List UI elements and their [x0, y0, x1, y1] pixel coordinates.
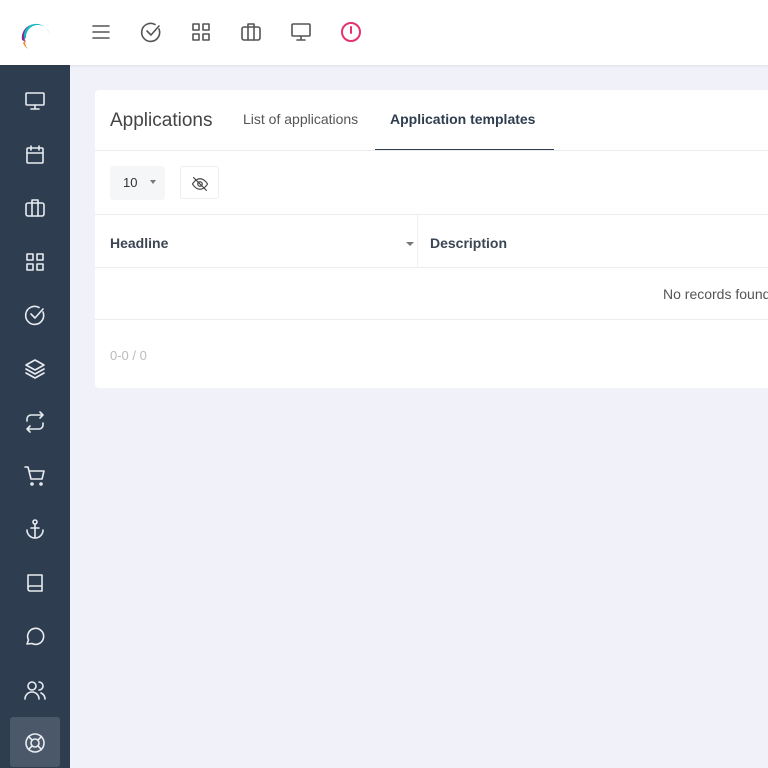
empty-table-message: No records found — [663, 286, 768, 302]
lifebuoy-icon[interactable] — [23, 731, 47, 755]
sidebar — [0, 65, 70, 768]
grid-icon[interactable] — [189, 20, 213, 44]
users-icon[interactable] — [23, 678, 47, 702]
repeat-icon[interactable] — [23, 410, 47, 434]
divider — [95, 150, 768, 151]
column-header-headline[interactable]: Headline — [110, 235, 168, 251]
grid-icon[interactable] — [23, 250, 47, 274]
monitor-icon[interactable] — [23, 89, 47, 113]
layers-icon[interactable] — [23, 357, 47, 381]
page-title: Applications — [110, 110, 213, 131]
page-size-value: 10 — [123, 175, 138, 190]
check-circle-icon[interactable] — [23, 303, 47, 327]
cart-icon[interactable] — [23, 464, 47, 488]
column-header-description[interactable]: Description — [430, 235, 507, 251]
divider — [95, 214, 768, 215]
app-logo[interactable] — [18, 18, 54, 54]
applications-card: Applications List of applications Applic… — [95, 90, 768, 388]
tab-list-of-applications[interactable]: List of applications — [243, 111, 358, 127]
anchor-icon[interactable] — [23, 517, 47, 541]
toggle-columns-button[interactable] — [180, 166, 219, 199]
top-bar — [0, 0, 768, 65]
power-alert-icon[interactable] — [339, 20, 363, 44]
book-icon[interactable] — [23, 571, 47, 595]
eye-off-icon — [191, 176, 209, 192]
pagination-info: 0-0 / 0 — [110, 348, 147, 363]
calendar-icon[interactable] — [23, 143, 47, 167]
chat-icon[interactable] — [23, 624, 47, 648]
page-size-select[interactable]: 10 — [110, 166, 165, 200]
divider — [95, 319, 768, 320]
sort-caret-icon[interactable] — [406, 242, 414, 246]
divider — [95, 267, 768, 268]
caret-down-icon — [150, 180, 156, 184]
menu-icon[interactable] — [89, 20, 113, 44]
tab-application-templates[interactable]: Application templates — [390, 111, 535, 127]
check-circle-icon[interactable] — [139, 20, 163, 44]
briefcase-icon[interactable] — [23, 196, 47, 220]
briefcase-icon[interactable] — [239, 20, 263, 44]
monitor-icon[interactable] — [289, 20, 313, 44]
column-divider — [417, 215, 418, 268]
